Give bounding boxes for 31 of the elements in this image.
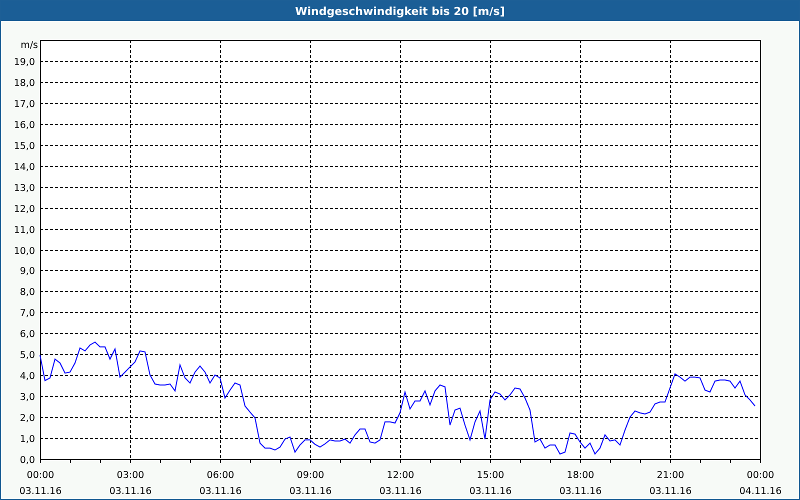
y-tick-label: 15,0 — [14, 141, 35, 152]
y-tick-label: 17,0 — [14, 99, 35, 110]
y-axis-label: m/s — [20, 40, 38, 51]
window-title: Windgeschwindigkeit bis 20 [m/s] — [1, 1, 799, 21]
y-tick-label: 10,0 — [14, 246, 35, 257]
y-tick-label: 1,0 — [20, 434, 35, 445]
x-tick-label: 21:00 03.11.16 — [649, 470, 692, 497]
x-tick-label: 15:00 03.11.16 — [469, 470, 512, 497]
y-tick-label: 18,0 — [14, 78, 35, 89]
x-tick-label: 00:00 04.11.16 — [739, 470, 782, 497]
y-tick-label: 8,0 — [20, 287, 35, 298]
x-tick-label: 06:00 03.11.16 — [199, 470, 242, 497]
y-tick-label: 2,0 — [20, 413, 35, 424]
y-tick-label: 14,0 — [14, 162, 35, 173]
y-tick-label: 5,0 — [20, 350, 35, 361]
x-tick-label: 09:00 03.11.16 — [289, 470, 332, 497]
y-tick-label: 11,0 — [14, 225, 35, 236]
y-tick-label: 4,0 — [20, 371, 35, 382]
y-tick-label: 12,0 — [14, 204, 35, 215]
y-tick-label: 16,0 — [14, 120, 35, 131]
x-tick-label: 03:00 03.11.16 — [109, 470, 152, 497]
y-tick-label: 3,0 — [20, 392, 35, 403]
y-tick-label: 13,0 — [14, 183, 35, 194]
y-tick-label: 6,0 — [20, 329, 35, 340]
y-tick-label: 9,0 — [20, 266, 35, 277]
y-tick-label: 7,0 — [20, 308, 35, 319]
x-tick-label: 18:00 03.11.16 — [559, 470, 602, 497]
x-tick-label: 12:00 03.11.16 — [379, 470, 422, 497]
y-tick-label: 19,0 — [14, 57, 35, 68]
y-tick-label: 0,0 — [20, 455, 35, 466]
x-tick-label: 00:00 03.11.16 — [19, 470, 62, 497]
